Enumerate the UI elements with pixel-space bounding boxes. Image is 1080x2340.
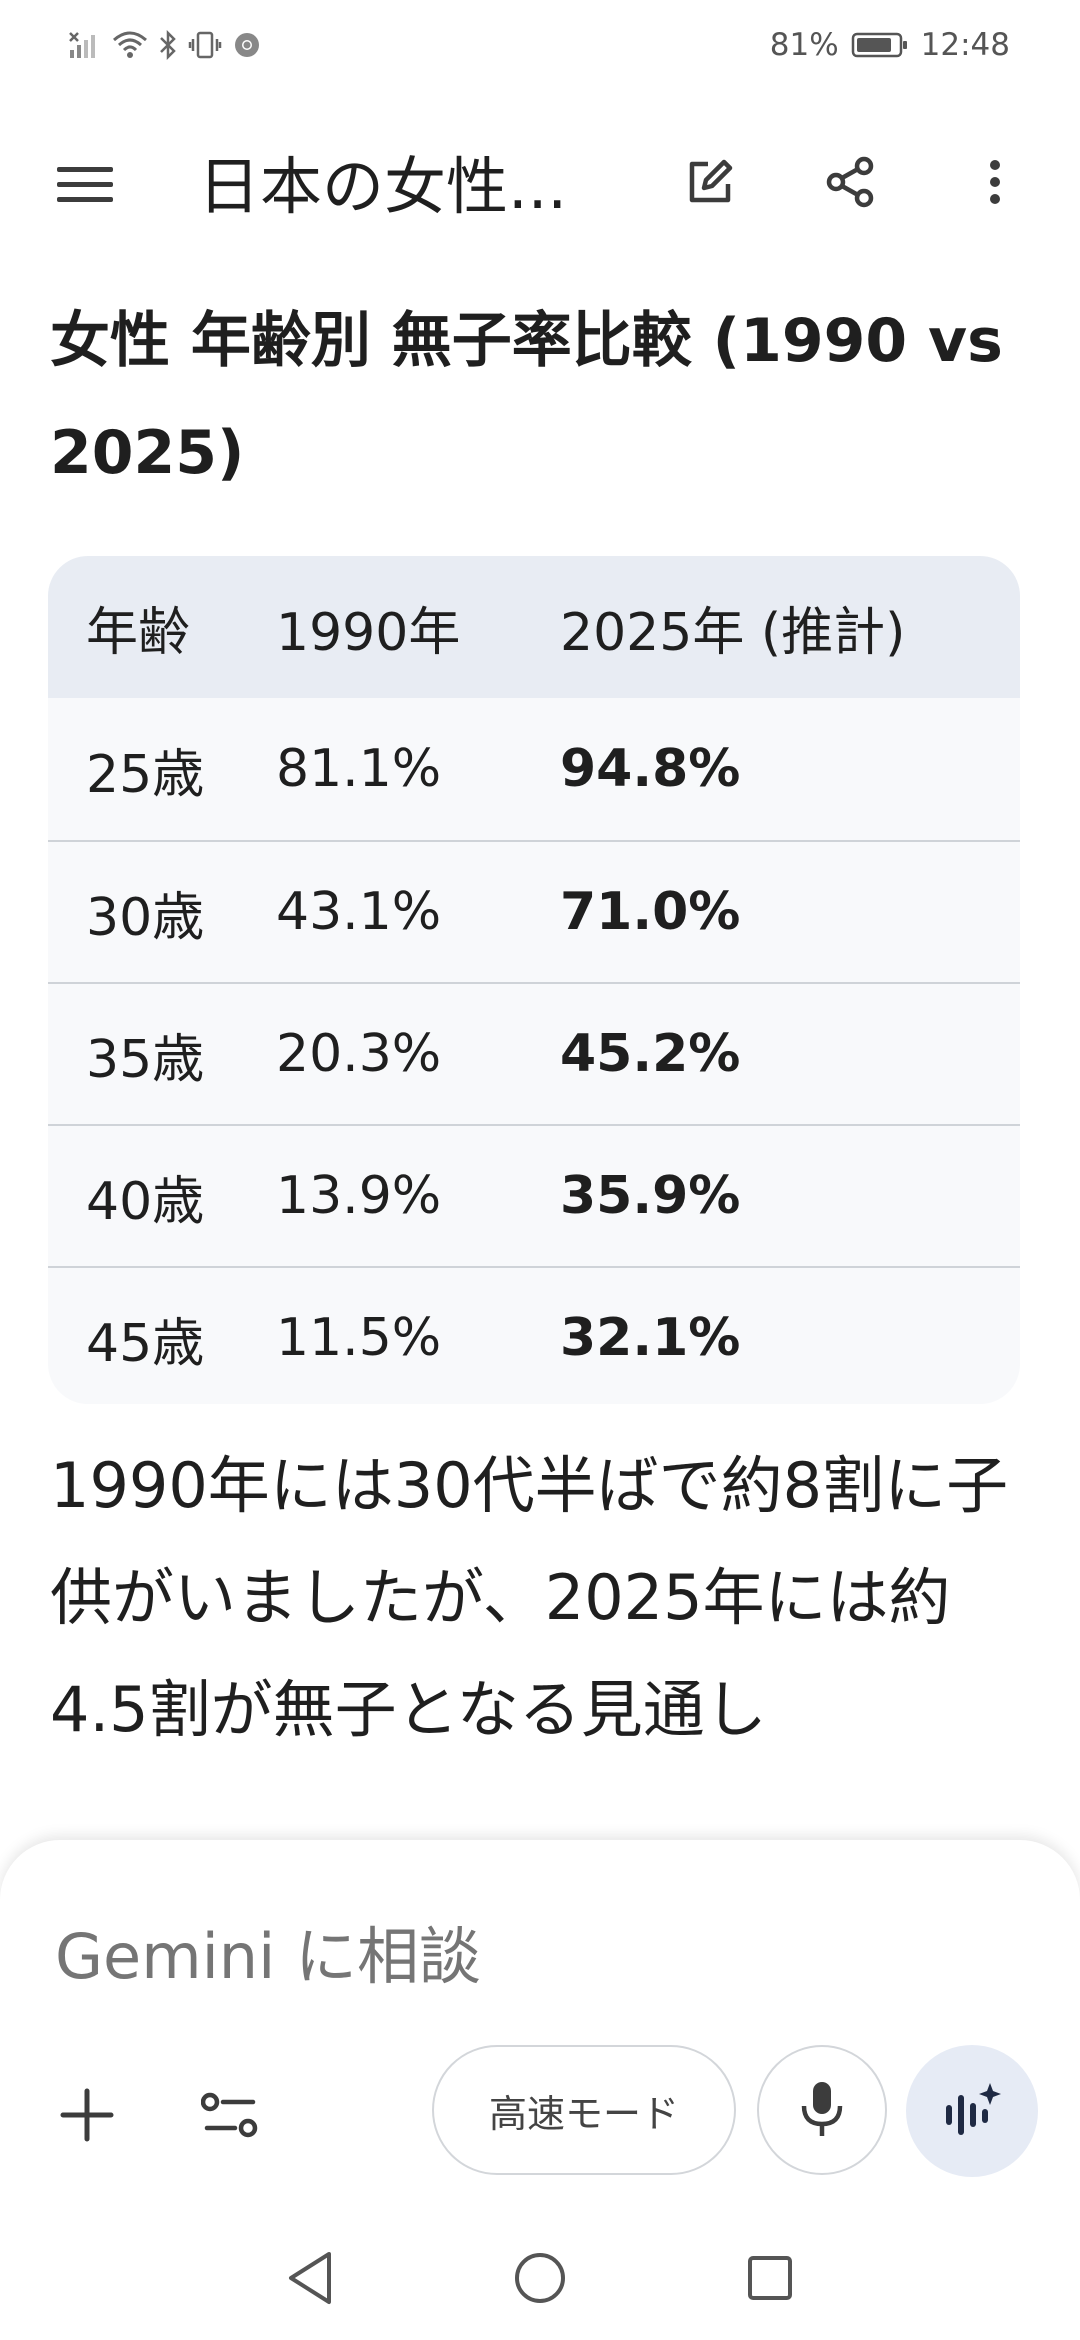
table-row: 30歳 43.1% 71.0% xyxy=(48,840,1020,982)
status-icons-left xyxy=(68,30,262,60)
rate-2025-cell: 94.8% xyxy=(560,739,741,799)
nav-home-button[interactable] xyxy=(510,2248,570,2308)
status-icons-right: 81% 12:48 xyxy=(770,27,1010,63)
live-button[interactable] xyxy=(906,2045,1038,2177)
tools-button[interactable] xyxy=(196,2080,266,2150)
rate-1990-cell: 11.5% xyxy=(276,1308,442,1368)
wifi-icon xyxy=(112,30,148,60)
rate-1990-cell: 20.3% xyxy=(276,1024,442,1084)
microphone-button[interactable] xyxy=(757,2045,887,2175)
table-header-row: 年齢 1990年 2025年 (推計) xyxy=(48,556,1020,698)
age-cell: 25歳 xyxy=(86,744,205,805)
table-row: 45歳 11.5% 32.1% xyxy=(48,1266,1020,1404)
table-header-cell: 1990年 xyxy=(276,602,461,663)
response-paragraph: 1990年には30代半ばで約8割に子供がいましたが、2025年には約4.5割が無… xyxy=(50,1449,1009,1746)
table-row: 25歳 81.1% 94.8% xyxy=(48,698,1020,840)
table-row: 35歳 20.3% 45.2% xyxy=(48,982,1020,1124)
rate-2025-cell: 32.1% xyxy=(560,1308,741,1368)
clock: 12:48 xyxy=(920,27,1010,63)
table-header-cell: 年齢 xyxy=(86,602,191,663)
more-options-button[interactable] xyxy=(960,144,1030,220)
vibrate-icon xyxy=(188,30,222,60)
recents-square-icon xyxy=(748,2256,792,2300)
menu-button[interactable] xyxy=(50,150,120,220)
status-bar: 81% 12:48 xyxy=(0,0,1080,90)
age-cell: 35歳 xyxy=(86,1029,205,1090)
conversation-title: 日本の女性... xyxy=(198,150,568,223)
table-row: 40歳 13.9% 35.9% xyxy=(48,1124,1020,1266)
prompt-input[interactable] xyxy=(55,1920,855,1993)
mode-label: 高速モード xyxy=(488,2091,679,2136)
response-heading: 女性 年齢別 無子率比較 (1990 vs 2025) xyxy=(50,306,1003,488)
share-button[interactable] xyxy=(812,144,888,220)
tools-icon xyxy=(201,2092,258,2138)
add-attachment-button[interactable] xyxy=(52,2080,122,2150)
screen: 81% 12:48 日本の女性... 女性 年齢別 無子率比較 (1990 vs… xyxy=(0,0,1080,2340)
age-cell: 40歳 xyxy=(86,1171,205,1232)
chrome-icon xyxy=(232,30,262,60)
nav-recents-button[interactable] xyxy=(740,2248,800,2308)
home-circle-icon xyxy=(515,2253,565,2303)
app-bar: 日本の女性... xyxy=(0,110,1080,240)
age-cell: 45歳 xyxy=(86,1313,205,1374)
more-vert-icon xyxy=(990,160,1000,204)
battery-percent: 81% xyxy=(769,27,839,63)
back-triangle-icon xyxy=(289,2252,331,2304)
rate-1990-cell: 43.1% xyxy=(276,882,442,942)
signal-off-icon xyxy=(68,30,102,60)
comparison-table: 年齢 1990年 2025年 (推計) 25歳 81.1% 94.8% 30歳 … xyxy=(48,556,1020,1404)
rate-1990-cell: 81.1% xyxy=(276,739,442,799)
rate-2025-cell: 71.0% xyxy=(560,882,741,942)
rate-2025-cell: 45.2% xyxy=(560,1024,741,1084)
bluetooth-icon xyxy=(158,30,178,60)
nav-back-button[interactable] xyxy=(280,2248,340,2308)
edit-icon xyxy=(689,159,733,203)
mode-selector-button[interactable]: 高速モード xyxy=(432,2045,736,2175)
microphone-icon xyxy=(801,2082,843,2136)
rate-2025-cell: 35.9% xyxy=(560,1166,741,1226)
battery-icon xyxy=(851,30,909,60)
plus-icon xyxy=(60,2088,114,2142)
live-waveform-icon xyxy=(946,2083,1001,2135)
edit-button[interactable] xyxy=(672,144,748,220)
table-body: 25歳 81.1% 94.8% 30歳 43.1% 71.0% 35歳 20.3… xyxy=(48,698,1020,1404)
rate-1990-cell: 13.9% xyxy=(276,1166,442,1226)
menu-icon xyxy=(57,167,113,202)
age-cell: 30歳 xyxy=(86,887,205,948)
share-icon xyxy=(826,156,874,208)
table-header-cell: 2025年 (推計) xyxy=(560,602,906,663)
